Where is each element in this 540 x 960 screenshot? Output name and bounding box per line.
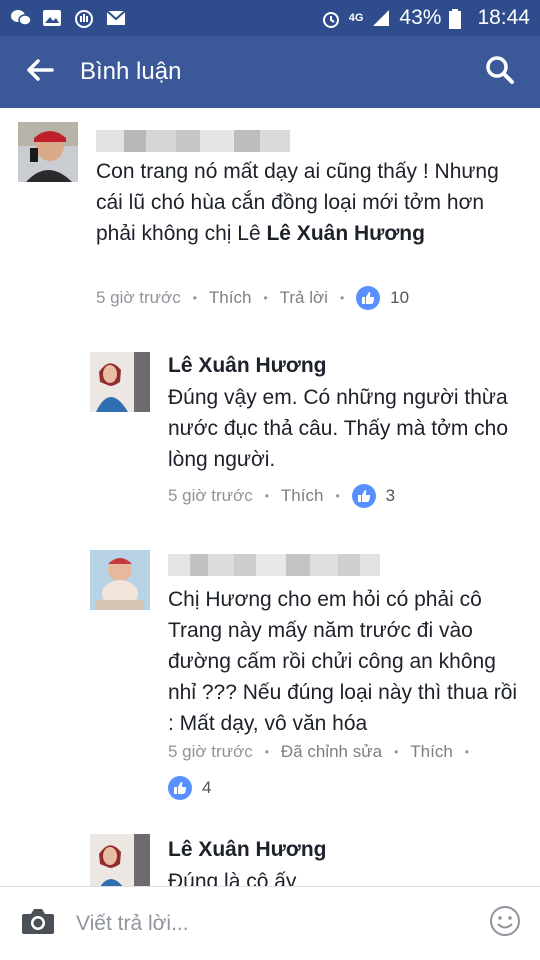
network-type: 4G bbox=[348, 12, 364, 24]
comment-text: Chị Hương cho em hỏi có phải cô Trang nà… bbox=[168, 588, 518, 735]
separator-dot: • bbox=[464, 745, 469, 759]
thumbs-up-icon[interactable] bbox=[351, 484, 376, 508]
separator-dot: • bbox=[263, 291, 268, 305]
blurred-author-name bbox=[168, 554, 380, 576]
comment-text: Đúng vậy em. Có những người thừa nước đụ… bbox=[168, 386, 509, 471]
camera-button[interactable] bbox=[0, 887, 76, 960]
comment-time: 5 giờ trước bbox=[168, 742, 253, 761]
mail-icon bbox=[106, 9, 126, 27]
blurred-author-name bbox=[96, 130, 290, 152]
like-count: 4 bbox=[202, 778, 212, 797]
reply-comment: Lê Xuân Hương Đúng là cô ấy bbox=[0, 822, 540, 886]
thumbs-up-icon[interactable] bbox=[168, 776, 192, 800]
gallery-icon bbox=[42, 9, 62, 27]
search-icon bbox=[485, 55, 515, 90]
thumbs-up-icon[interactable] bbox=[356, 286, 381, 310]
camera-icon bbox=[21, 907, 55, 940]
back-button[interactable] bbox=[0, 36, 80, 108]
avatar[interactable] bbox=[18, 122, 78, 182]
like-count: 10 bbox=[390, 288, 410, 307]
search-button[interactable] bbox=[460, 36, 540, 108]
like-button[interactable]: Thích bbox=[281, 486, 324, 506]
like-button[interactable]: Thích bbox=[209, 288, 252, 308]
separator-dot: • bbox=[264, 489, 269, 503]
like-button[interactable]: Thích bbox=[410, 742, 453, 762]
avatar[interactable] bbox=[90, 550, 150, 610]
comment-likes-row: 4 bbox=[168, 776, 211, 800]
wechat-icon bbox=[10, 9, 32, 27]
comment-meta: 5 giờ trước • Thích • Trả lời • 10 bbox=[96, 286, 409, 310]
smiley-icon bbox=[489, 905, 521, 942]
comment-text: Con trang nó mất dạy ai cũng thấy ! Nhưn… bbox=[96, 160, 499, 245]
comment-time: 5 giờ trước bbox=[96, 288, 181, 307]
author-name[interactable]: Lê Xuân Hương bbox=[168, 354, 326, 378]
back-arrow-icon bbox=[26, 58, 54, 87]
comment-meta: 5 giờ trước • Thích • 3 bbox=[168, 484, 395, 508]
clock: 18:44 bbox=[477, 6, 530, 29]
app-bar: Bình luận bbox=[0, 36, 540, 108]
separator-dot: • bbox=[335, 489, 340, 503]
signal-icon bbox=[371, 9, 391, 27]
reply-comment: Chị Hương cho em hỏi có phải cô Trang nà… bbox=[0, 538, 540, 808]
comment-text: Đúng là cô ấy bbox=[168, 870, 297, 886]
reply-button[interactable]: Trả lời bbox=[280, 288, 328, 308]
comment: Con trang nó mất dạy ai cũng thấy ! Nhưn… bbox=[0, 108, 540, 328]
comment-time: 5 giờ trước bbox=[168, 486, 253, 505]
edited-label[interactable]: Đã chỉnh sửa bbox=[281, 742, 382, 762]
page-title: Bình luận bbox=[80, 58, 182, 85]
mention-link[interactable]: Lê Xuân Hương bbox=[266, 222, 424, 245]
reply-comment: Lê Xuân Hương Đúng vậy em. Có những ngườ… bbox=[0, 338, 540, 518]
comment-meta: 5 giờ trước • Đã chỉnh sửa • Thích • bbox=[168, 742, 481, 762]
separator-dot: • bbox=[192, 291, 197, 305]
status-bar: 4G 43% 18:44 bbox=[0, 0, 540, 36]
avatar[interactable] bbox=[90, 352, 150, 412]
emoji-button[interactable] bbox=[470, 887, 540, 960]
comment-list[interactable]: Con trang nó mất dạy ai cũng thấy ! Nhưn… bbox=[0, 108, 540, 886]
reply-bar bbox=[0, 886, 540, 960]
hand-icon bbox=[74, 9, 94, 28]
separator-dot: • bbox=[339, 291, 345, 305]
separator-dot: • bbox=[394, 745, 399, 759]
author-name[interactable]: Lê Xuân Hương bbox=[168, 838, 326, 862]
alarm-icon bbox=[321, 9, 341, 28]
like-count: 3 bbox=[385, 486, 396, 505]
battery-percent: 43% bbox=[399, 6, 442, 29]
reply-input[interactable] bbox=[76, 903, 470, 944]
battery-icon bbox=[449, 9, 469, 29]
separator-dot: • bbox=[264, 745, 269, 759]
avatar[interactable] bbox=[90, 834, 150, 886]
